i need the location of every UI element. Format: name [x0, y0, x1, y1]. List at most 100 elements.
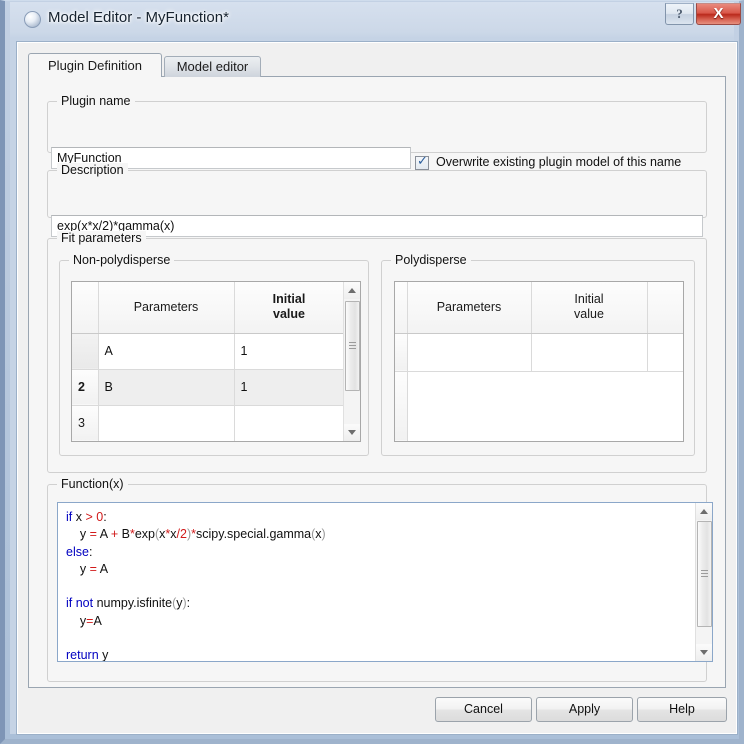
pd-filler-rowhdr	[395, 371, 407, 441]
np-header-initial-value-text: Initialvalue	[273, 292, 306, 321]
np-cell-initial-value-3[interactable]	[234, 405, 344, 441]
titlebar-close-button[interactable]: X	[696, 3, 741, 25]
np-row-header-2[interactable]: 2	[72, 369, 98, 405]
pd-cell-initial-value-1[interactable]	[531, 333, 647, 371]
circle-icon	[24, 11, 41, 28]
pd-header-initial-value[interactable]: Initialvalue	[531, 282, 647, 333]
np-table-scrollbar[interactable]	[343, 282, 360, 441]
description-group-title: Description	[57, 163, 128, 177]
help-button[interactable]: Help	[637, 697, 727, 722]
code-token: 2	[180, 527, 187, 541]
code-token: y	[102, 648, 108, 662]
code-token: :	[187, 596, 190, 610]
polydisperse-group-title: Polydisperse	[391, 253, 471, 267]
np-header-initial-value[interactable]: Initialvalue	[234, 282, 344, 333]
code-token: exp	[135, 527, 155, 541]
code-token: A	[100, 562, 108, 576]
code-token: y	[66, 614, 86, 628]
code-token: =	[90, 562, 100, 576]
code-editor-scrollbar[interactable]	[695, 503, 712, 661]
window-client-area: Plugin Definition Model editor Plugin na…	[16, 41, 738, 735]
np-cell-parameter-1[interactable]: A	[98, 333, 234, 369]
function-code-editor[interactable]: if x > 0: y = A + B*exp(x*x/2)*scipy.spe…	[57, 502, 713, 662]
function-group-title: Function(x)	[57, 477, 128, 491]
pd-filler-area	[407, 371, 684, 441]
code-token: A	[100, 527, 111, 541]
description-input[interactable]: exp(x*x/2)*gamma(x)	[51, 215, 703, 237]
code-scroll-thumb[interactable]	[697, 521, 712, 627]
code-token: :	[103, 510, 106, 524]
np-cell-initial-value-1[interactable]: 1	[234, 333, 344, 369]
pd-row-header-1[interactable]	[395, 333, 407, 371]
code-token: >	[85, 510, 96, 524]
code-token: B	[122, 527, 130, 541]
code-token: =	[90, 527, 100, 541]
pd-header-parameters[interactable]: Parameters	[407, 282, 531, 333]
apply-button[interactable]: Apply	[536, 697, 633, 722]
scroll-grip-icon	[349, 342, 356, 350]
plugin-name-group-title: Plugin name	[57, 94, 135, 108]
table-row[interactable]: 2 B 1	[72, 369, 344, 405]
non-polydisperse-group-title: Non-polydisperse	[69, 253, 174, 267]
table-row[interactable]: 3	[72, 405, 344, 441]
overwrite-checkbox[interactable]: ✓	[415, 156, 429, 170]
np-row-header-1[interactable]	[72, 333, 98, 369]
np-scroll-thumb[interactable]	[345, 301, 360, 391]
code-token: return	[66, 648, 102, 662]
code-token: :	[89, 545, 92, 559]
np-corner-header[interactable]	[72, 282, 98, 333]
table-header-row: Parameters Initialvalue	[395, 282, 684, 333]
window-title: Model Editor - MyFunction*	[48, 9, 229, 26]
code-token: y	[66, 527, 90, 541]
pd-cell-parameter-1[interactable]	[407, 333, 531, 371]
non-polydisperse-table[interactable]: Parameters Initialvalue A 1 2 B	[71, 281, 361, 442]
titlebar-help-button[interactable]: ?	[665, 3, 694, 25]
table-row[interactable]	[395, 333, 684, 371]
function-code-text: if x > 0: y = A + B*exp(x*x/2)*scipy.spe…	[66, 509, 326, 662]
code-token: if not	[66, 596, 97, 610]
scroll-up-arrow-icon[interactable]	[696, 503, 713, 520]
polydisperse-grid: Parameters Initialvalue	[395, 282, 684, 441]
pd-cell-extra-1[interactable]	[647, 333, 684, 371]
np-row-header-3[interactable]: 3	[72, 405, 98, 441]
table-row[interactable]: A 1	[72, 333, 344, 369]
tab-plugin-definition[interactable]: Plugin Definition	[28, 53, 162, 77]
code-token: if	[66, 510, 76, 524]
scroll-down-arrow-icon[interactable]	[696, 644, 713, 661]
code-token: )	[322, 527, 326, 541]
table-filler-row	[395, 371, 684, 441]
code-token: else	[66, 545, 89, 559]
table-header-row: Parameters Initialvalue	[72, 282, 344, 333]
overwrite-checkbox-label: Overwrite existing plugin model of this …	[436, 155, 681, 169]
title-bar: Model Editor - MyFunction* ? X	[10, 2, 744, 37]
code-token: A	[93, 614, 101, 628]
plugin-name-group: Plugin name	[47, 101, 707, 153]
pd-header-extra[interactable]	[647, 282, 684, 333]
tab-strip: Plugin Definition Model editor	[28, 53, 726, 77]
code-token: x	[76, 510, 86, 524]
polydisperse-table[interactable]: Parameters Initialvalue	[394, 281, 684, 442]
tab-page-seam	[29, 76, 161, 78]
question-mark-icon: ?	[666, 6, 693, 22]
scroll-up-arrow-icon[interactable]	[344, 282, 361, 299]
application-window: Model Editor - MyFunction* ? X Plugin De…	[0, 0, 744, 744]
code-token: scipy.special.gamma	[196, 527, 311, 541]
non-polydisperse-grid: Parameters Initialvalue A 1 2 B	[72, 282, 345, 442]
np-cell-initial-value-2[interactable]: 1	[234, 369, 344, 405]
code-token: y	[66, 562, 90, 576]
cancel-button[interactable]: Cancel	[435, 697, 532, 722]
np-header-parameters[interactable]: Parameters	[98, 282, 234, 333]
fit-parameters-group-title: Fit parameters	[57, 231, 146, 245]
pd-header-initial-value-text: Initialvalue	[574, 292, 604, 321]
close-icon: X	[697, 5, 740, 22]
pd-corner-header[interactable]	[395, 282, 407, 333]
scroll-down-arrow-icon[interactable]	[344, 424, 361, 441]
scroll-grip-icon	[701, 570, 708, 578]
np-cell-parameter-2[interactable]: B	[98, 369, 234, 405]
tab-model-editor[interactable]: Model editor	[164, 56, 261, 77]
code-token: +	[111, 527, 122, 541]
np-cell-parameter-3[interactable]	[98, 405, 234, 441]
checkmark-icon: ✓	[417, 154, 428, 169]
description-group: Description	[47, 170, 707, 218]
code-token: numpy.isfinite	[97, 596, 173, 610]
